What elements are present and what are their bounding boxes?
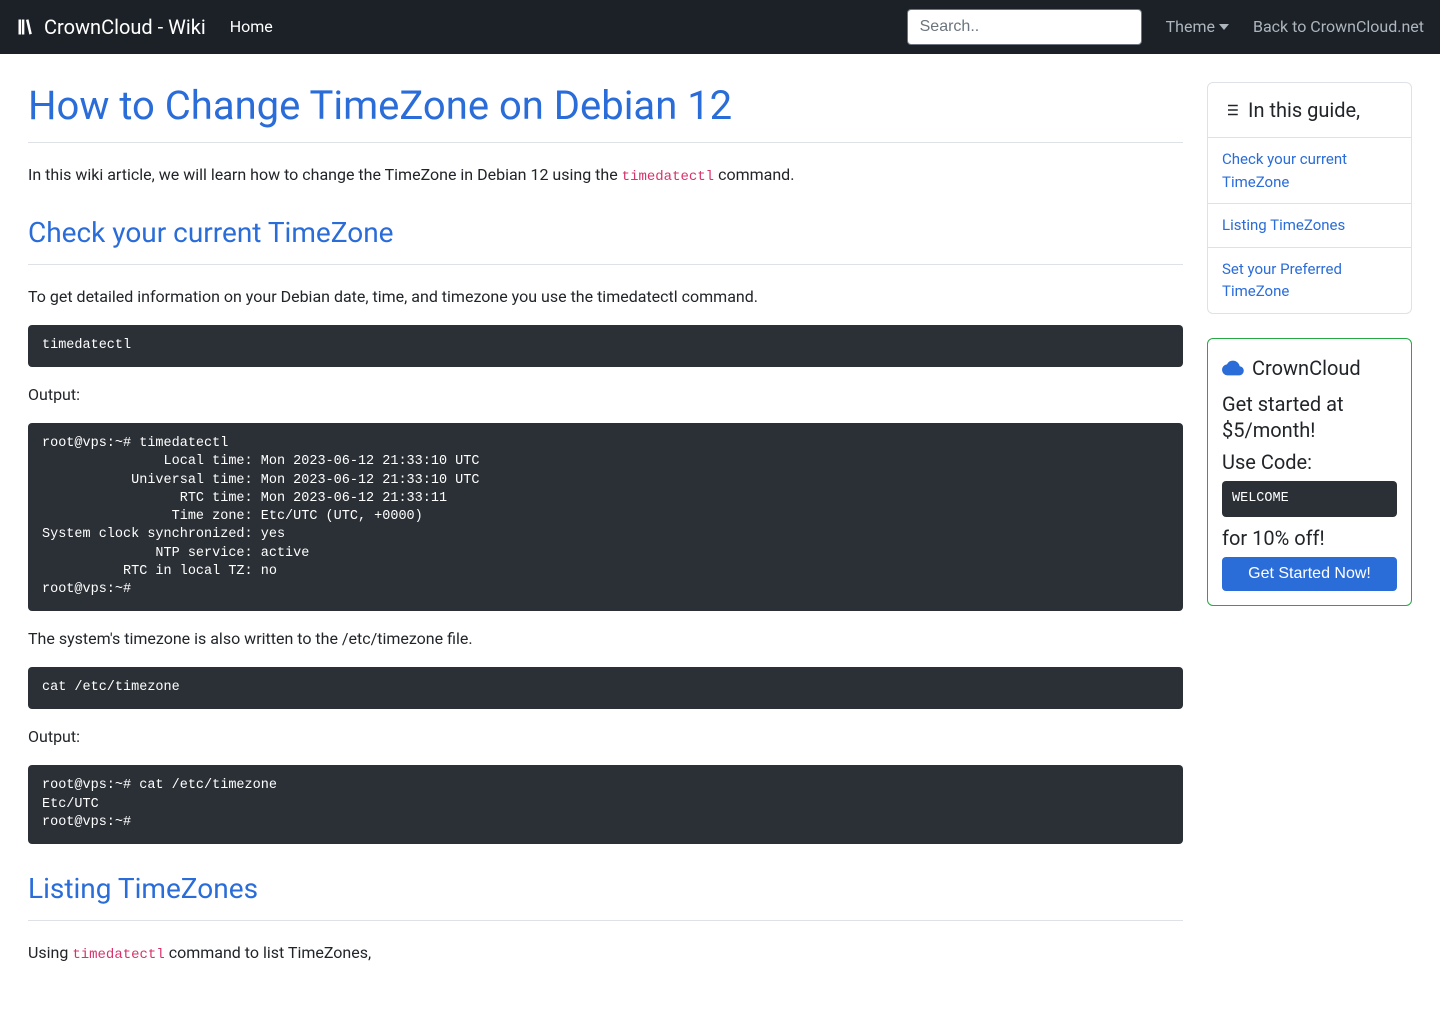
sidebar: In this guide, Check your current TimeZo…: [1207, 82, 1412, 982]
nav-left: CrownCloud - Wiki Home: [16, 12, 273, 42]
promo-line3: for 10% off!: [1222, 525, 1397, 551]
nav-right: Theme Back to CrownCloud.net: [907, 9, 1424, 45]
cloud-icon: [1222, 357, 1244, 379]
promo-box: CrownCloud Get started at $5/month! Use …: [1207, 338, 1412, 606]
code-timedatectl: timedatectl: [28, 325, 1183, 367]
promo-title: CrownCloud: [1222, 353, 1397, 383]
code-cat-timezone-output: root@vps:~# cat /etc/timezone Etc/UTC ro…: [28, 765, 1183, 844]
theme-dropdown[interactable]: Theme: [1166, 15, 1229, 39]
toc-title: In this guide,: [1248, 95, 1360, 125]
books-icon: [16, 17, 36, 37]
chevron-down-icon: [1219, 22, 1229, 32]
title-divider: [28, 142, 1183, 143]
section-divider-2: [28, 920, 1183, 921]
toc-header: In this guide,: [1208, 83, 1411, 138]
intro-inline-code: timedatectl: [622, 169, 714, 185]
section-check-timezone-title: Check your current TimeZone: [28, 212, 1183, 254]
section2-text-after: command to list TimeZones,: [165, 943, 371, 962]
search-input[interactable]: [907, 9, 1142, 45]
code-cat-timezone: cat /etc/timezone: [28, 667, 1183, 709]
theme-label: Theme: [1166, 15, 1215, 39]
brand-text: CrownCloud - Wiki: [44, 12, 206, 42]
section2-inline-code: timedatectl: [72, 947, 164, 963]
promo-line1: Get started at $5/month!: [1222, 391, 1397, 443]
promo-line2: Use Code:: [1222, 449, 1397, 475]
output-label-1: Output:: [28, 383, 1183, 407]
toc-item-check[interactable]: Check your current TimeZone: [1208, 138, 1411, 204]
main-content: How to Change TimeZone on Debian 12 In t…: [28, 82, 1183, 982]
toc-item-set[interactable]: Set your Preferred TimeZone: [1208, 248, 1411, 313]
toc-item-listing[interactable]: Listing TimeZones: [1208, 204, 1411, 248]
get-started-button[interactable]: Get Started Now!: [1222, 557, 1397, 591]
page-wrap: How to Change TimeZone on Debian 12 In t…: [0, 54, 1440, 1010]
brand-link[interactable]: CrownCloud - Wiki: [16, 12, 206, 42]
section1-p2: The system's timezone is also written to…: [28, 627, 1183, 651]
toc-box: In this guide, Check your current TimeZo…: [1207, 82, 1412, 314]
section2-p1: Using timedatectl command to list TimeZo…: [28, 941, 1183, 966]
section-listing-timezones-title: Listing TimeZones: [28, 868, 1183, 910]
list-icon: [1222, 101, 1240, 119]
section1-p1: To get detailed information on your Debi…: [28, 285, 1183, 309]
page-title: How to Change TimeZone on Debian 12: [28, 82, 1183, 130]
promo-brand: CrownCloud: [1252, 353, 1361, 383]
navbar: CrownCloud - Wiki Home Theme Back to Cro…: [0, 0, 1440, 54]
promo-code: WELCOME: [1222, 481, 1397, 517]
nav-home[interactable]: Home: [230, 15, 273, 39]
intro-text-before: In this wiki article, we will learn how …: [28, 165, 622, 184]
intro-paragraph: In this wiki article, we will learn how …: [28, 163, 1183, 188]
section2-text-before: Using: [28, 943, 72, 962]
back-link[interactable]: Back to CrownCloud.net: [1253, 15, 1424, 39]
code-timedatectl-output: root@vps:~# timedatectl Local time: Mon …: [28, 423, 1183, 611]
intro-text-after: command.: [714, 165, 794, 184]
output-label-2: Output:: [28, 725, 1183, 749]
section-divider: [28, 264, 1183, 265]
